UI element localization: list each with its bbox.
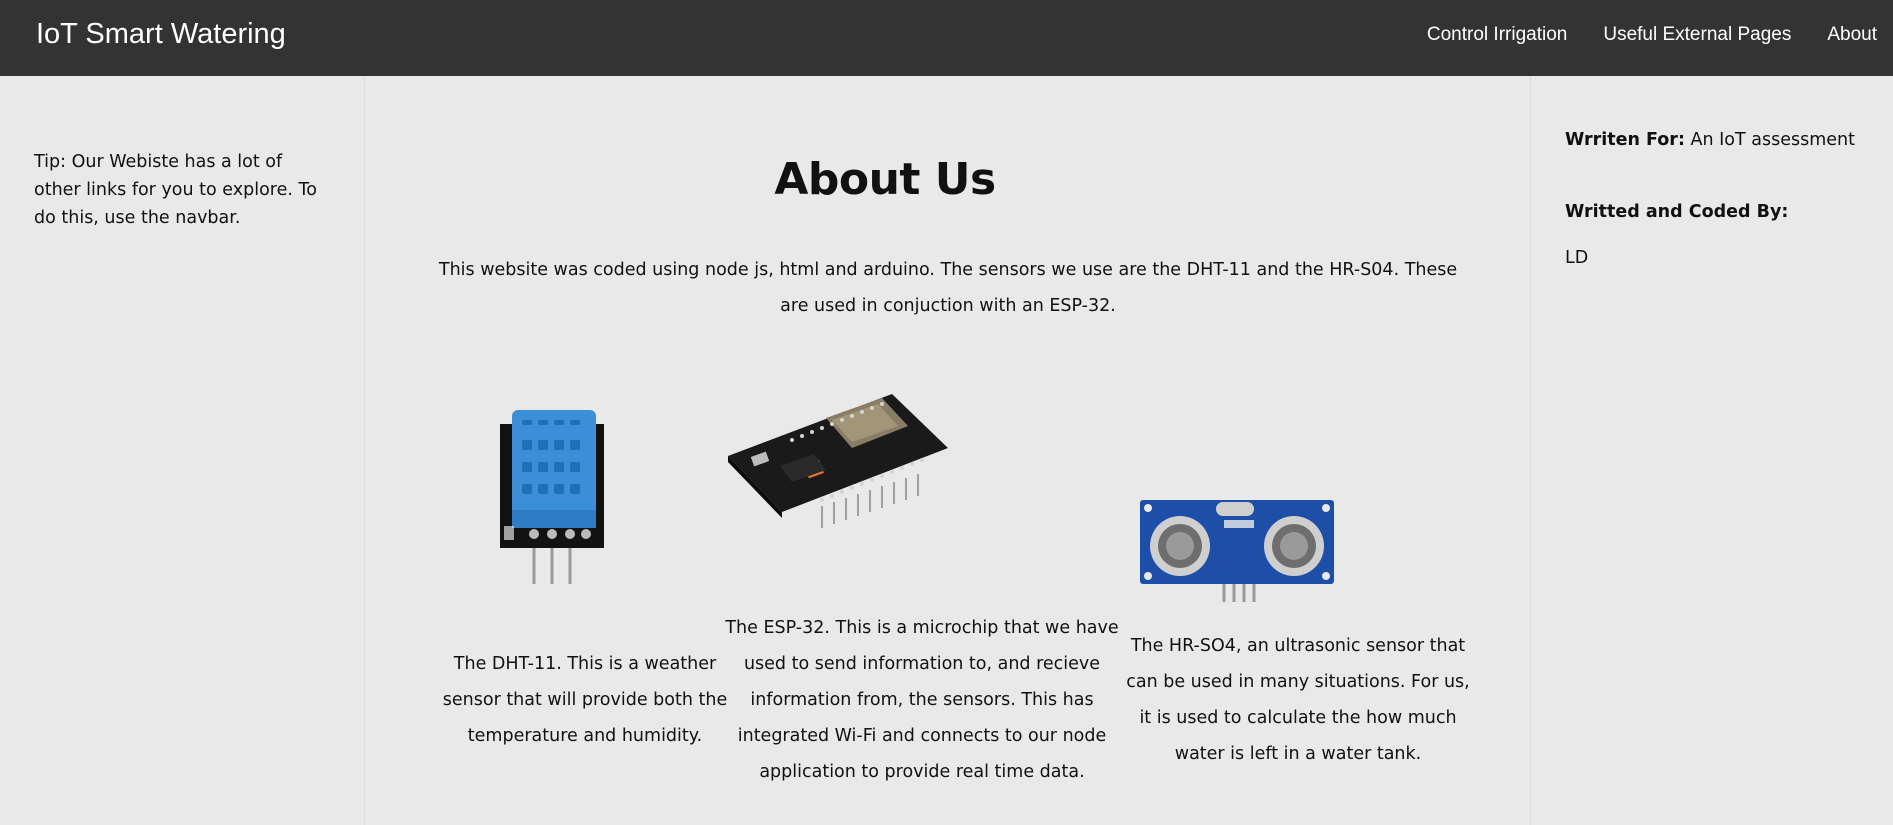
coded-by-label: Writted and Coded By: [1565, 202, 1789, 222]
coded-by-heading: Writted and Coded By: [1565, 202, 1788, 222]
esp32-description: The ESP-32. This is a microchip that we … [725, 618, 1119, 782]
nav-links: Control Irrigation Useful External Pages… [1427, 24, 1877, 46]
dht11-sensor-image [500, 410, 604, 584]
written-for-value: An IoT assessment [1690, 130, 1855, 150]
main-content: About Us This website was coded using no… [366, 76, 1530, 825]
coded-by-value: LD [1565, 248, 1589, 268]
page-title: About Us [774, 154, 996, 205]
tip-text: Tip: Our Webiste has a lot of other link… [34, 152, 317, 228]
brand-link[interactable]: IoT Smart Watering [36, 18, 286, 51]
written-for: Wrriten For: An IoT assessment [1565, 130, 1855, 150]
right-sidebar: Wrriten For: An IoT assessment Writted a… [1530, 76, 1893, 825]
esp32-board-image [728, 394, 948, 528]
left-sidebar: Tip: Our Webiste has a lot of other link… [0, 76, 365, 825]
hcsr04-sensor-image [1140, 500, 1334, 602]
hcsr04-description: The HR-SO4, an ultrasonic sensor that ca… [1126, 636, 1470, 764]
intro-text: This website was coded using node js, ht… [438, 260, 1458, 316]
nav-link-useful-external-pages[interactable]: Useful External Pages [1603, 24, 1791, 46]
dht11-description: The DHT-11. This is a weather sensor tha… [442, 654, 728, 746]
nav-link-about[interactable]: About [1827, 24, 1877, 46]
nav-link-control-irrigation[interactable]: Control Irrigation [1427, 24, 1567, 46]
written-for-label: Wrriten For: [1565, 130, 1685, 150]
navbar: IoT Smart Watering Control Irrigation Us… [0, 0, 1893, 76]
